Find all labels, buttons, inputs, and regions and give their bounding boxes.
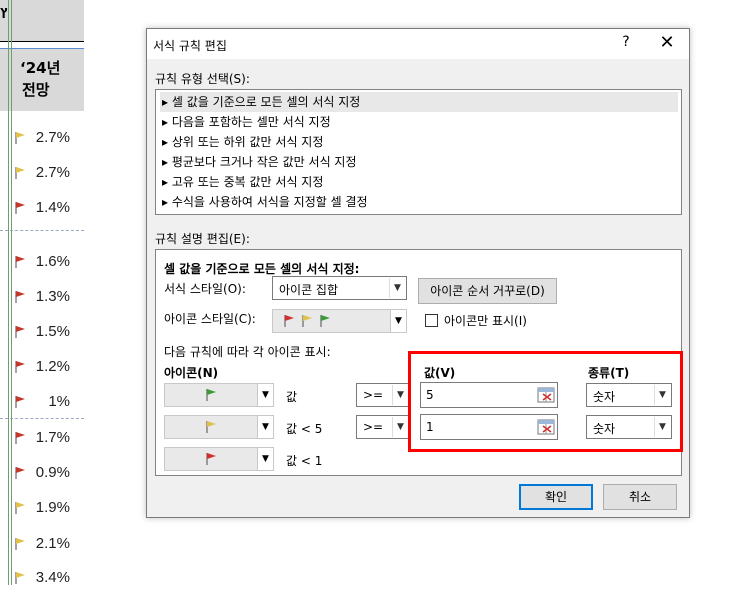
flag-icon xyxy=(15,538,25,550)
sheet-cell[interactable]: 1% xyxy=(12,391,84,413)
format-style-value: 아이콘 집합 xyxy=(279,283,339,297)
cell-value: 1.9% xyxy=(35,499,70,516)
icon-column-header: 아이콘(N) xyxy=(164,366,219,380)
flag-icon xyxy=(15,572,25,584)
column-header-24-outlook[interactable]: ‘24년 전망 xyxy=(0,49,84,111)
ok-button[interactable]: 확인 xyxy=(519,484,593,510)
sheet-cell[interactable]: 2.7% xyxy=(12,162,84,184)
chevron-down-icon[interactable]: ▼ xyxy=(257,384,273,406)
cell-value: 2.7% xyxy=(35,164,70,181)
column-header-line2: 전망 xyxy=(22,81,50,99)
flag-icon xyxy=(15,467,25,479)
yellow-flag-icon xyxy=(206,421,216,433)
help-button[interactable]: ? xyxy=(617,34,635,50)
dialog-title: 서식 규칙 편집 xyxy=(153,39,227,53)
flag-icon xyxy=(15,256,25,268)
rule2-condition: 값 < 5 xyxy=(286,422,323,436)
flag-icon xyxy=(15,326,25,338)
icon-style-preview xyxy=(273,310,363,332)
flag-icon xyxy=(15,167,25,179)
row-separator xyxy=(0,230,84,231)
flag-icon xyxy=(15,291,25,303)
rule-description-label: 규칙 설명 편집(E): xyxy=(155,232,250,246)
sheet-top-header: ץ xyxy=(0,0,84,42)
cell-value: 3.4% xyxy=(35,569,70,586)
description-heading: 셀 값을 기준으로 모든 셀의 서식 지정: xyxy=(164,262,360,276)
cell-value: 1.2% xyxy=(35,358,70,375)
sheet-cell[interactable]: 1.6% xyxy=(12,251,84,273)
yellow-flag-icon xyxy=(302,315,312,327)
dialog-title-bar[interactable]: 서식 규칙 편집 ? ✕ xyxy=(147,29,689,59)
rule-type-item[interactable]: ▸ 수식을 사용하여 서식을 지정할 셀 결정 xyxy=(160,192,678,212)
cell-value: 2.1% xyxy=(35,535,70,552)
cell-value: 2.7% xyxy=(35,129,70,146)
rule3-icon-select[interactable]: ▼ xyxy=(164,447,274,471)
chevron-down-icon[interactable]: ▼ xyxy=(257,416,273,438)
red-flag-icon xyxy=(206,453,216,465)
sheet-cell[interactable]: 2.1% xyxy=(12,533,84,555)
sheet-cell[interactable]: 0.9% xyxy=(12,462,84,484)
rule-type-item[interactable]: ▸ 고유 또는 중복 값만 서식 지정 xyxy=(160,172,678,192)
chevron-down-icon[interactable]: ▼ xyxy=(389,278,405,298)
cancel-button[interactable]: 취소 xyxy=(603,484,677,510)
cell-value: 1.4% xyxy=(35,199,70,216)
flag-icon xyxy=(15,132,25,144)
row-separator xyxy=(0,48,84,49)
rule2-operator-select[interactable]: >= ▼ xyxy=(356,415,410,439)
flag-icon xyxy=(15,502,25,514)
rule-type-item[interactable]: ▸ 다음을 포함하는 셀만 서식 지정 xyxy=(160,112,678,132)
rule-type-item[interactable]: ▸ 평균보다 크거나 작은 값만 서식 지정 xyxy=(160,152,678,172)
green-flag-icon xyxy=(320,315,330,327)
spreadsheet-column: ץ ‘24년 전망 2.7% 2.7% 1.4% 1.6% 1.3% 1.5% 1.2% 1%… xyxy=(0,0,84,586)
rule2-operator: >= xyxy=(363,420,384,434)
rule2-icon-select[interactable]: ▼ xyxy=(164,415,274,439)
green-flag-icon xyxy=(206,389,216,401)
rule1-operator: >= xyxy=(363,388,384,402)
icon-only-checkbox[interactable] xyxy=(425,314,438,327)
flag-icon xyxy=(15,361,25,373)
reverse-icon-order-button[interactable]: 아이콘 순서 거꾸로(D) xyxy=(418,278,557,304)
cell-value: 1.7% xyxy=(35,429,70,446)
close-icon[interactable]: ✕ xyxy=(655,32,679,53)
column-header-line1: ‘24년 xyxy=(20,59,61,77)
icon-style-select[interactable]: ▼ xyxy=(272,309,407,333)
icon-style-label: 아이콘 스타일(C): xyxy=(164,312,256,326)
chevron-down-icon[interactable]: ▼ xyxy=(392,385,408,405)
outline-line xyxy=(8,0,9,585)
format-style-label: 서식 스타일(O): xyxy=(164,282,246,296)
format-style-select[interactable]: 아이콘 집합 ▼ xyxy=(272,276,407,300)
chevron-down-icon[interactable]: ▼ xyxy=(257,448,273,470)
rule3-condition: 값 < 1 xyxy=(286,454,323,468)
sheet-cell[interactable]: 3.4% xyxy=(12,567,84,589)
sheet-cell[interactable]: 1.4% xyxy=(12,197,84,219)
sheet-cell[interactable]: 1.3% xyxy=(12,286,84,308)
red-flag-icon xyxy=(284,315,294,327)
sheet-cell[interactable]: 1.5% xyxy=(12,321,84,343)
rule-type-item[interactable]: ▸ 셀 값을 기준으로 모든 셀의 서식 지정 xyxy=(160,92,678,112)
row-separator xyxy=(0,418,84,419)
chevron-down-icon[interactable]: ▼ xyxy=(392,417,408,437)
sheet-cell[interactable]: 2.7% xyxy=(12,127,84,149)
sheet-cell[interactable]: 1.7% xyxy=(12,427,84,449)
sheet-cell[interactable]: 1.2% xyxy=(12,356,84,378)
sheet-cell[interactable]: 1.9% xyxy=(12,497,84,519)
cell-value: 1.3% xyxy=(35,288,70,305)
flag-icon xyxy=(15,396,25,408)
rule-type-label: 규칙 유형 선택(S): xyxy=(155,72,250,86)
flag-icon xyxy=(15,432,25,444)
cell-value: 0.9% xyxy=(35,464,70,481)
cell-value: 1.6% xyxy=(35,253,70,270)
icon-only-label: 아이콘만 표시(I) xyxy=(444,314,527,328)
rules-caption: 다음 규칙에 따라 각 아이콘 표시: xyxy=(164,345,331,359)
rule-type-item[interactable]: ▸ 상위 또는 하위 값만 서식 지정 xyxy=(160,132,678,152)
rule1-icon-select[interactable]: ▼ xyxy=(164,383,274,407)
highlight-annotation-box xyxy=(408,351,683,452)
rule1-operator-select[interactable]: >= ▼ xyxy=(356,383,410,407)
flag-icon xyxy=(15,202,25,214)
rule-type-list[interactable]: ▸ 셀 값을 기준으로 모든 셀의 서식 지정 ▸ 다음을 포함하는 셀만 서식… xyxy=(155,89,682,215)
rule1-condition: 값 xyxy=(286,390,298,404)
cell-value: 1% xyxy=(48,393,70,410)
cell-value: 1.5% xyxy=(35,323,70,340)
chevron-down-icon[interactable]: ▼ xyxy=(390,310,406,332)
